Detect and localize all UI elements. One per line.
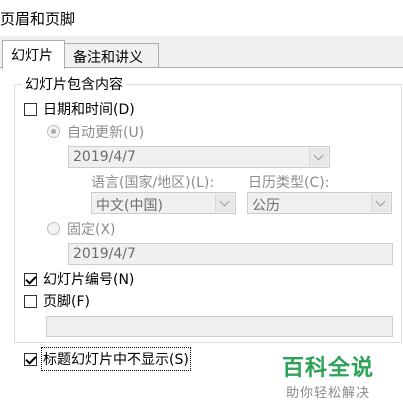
auto-update-label[interactable]: 自动更新(U) [67,122,144,142]
auto-update-date-value: 2019/4/7 [73,149,136,165]
watermark-subtitle: 助你轻松解决 [286,386,371,401]
tab-slides-label: 幻灯片 [11,48,53,64]
dialog-titlebar: 页眉和页脚 [0,0,403,36]
auto-update-radio[interactable] [47,125,60,138]
date-time-checkbox[interactable] [24,103,37,116]
hide-on-title-checkbox[interactable] [24,353,37,366]
footer-text-field[interactable] [46,316,393,337]
language-value: 中文(中国) [96,198,163,214]
watermark-title: 百科全说 [282,356,375,381]
chevron-down-icon[interactable] [309,148,328,166]
calendar-type-label: 日历类型(C): [248,175,330,191]
language-label: 语言(国家/地区)(L): [91,175,215,191]
slide-number-label[interactable]: 幻灯片编号(N) [43,269,134,289]
tab-notes-handouts[interactable]: 备注和讲义 [64,43,159,68]
auto-update-date-combo[interactable]: 2019/4/7 [68,146,330,168]
date-time-label[interactable]: 日期和时间(D) [43,99,135,119]
calendar-type-combo[interactable]: 公历 [247,192,392,214]
fixed-label[interactable]: 固定(X) [67,219,116,239]
slide-number-checkbox[interactable] [24,273,37,286]
tab-strip: 幻灯片 备注和讲义 [0,36,403,69]
calendar-type-value: 公历 [252,198,280,214]
fixed-date-value: 2019/4/7 [73,246,136,262]
dialog-title: 页眉和页脚 [0,10,76,28]
fixed-date-field[interactable]: 2019/4/7 [68,243,393,265]
hide-on-title-label[interactable]: 标题幻灯片中不显示(S) [41,347,191,371]
tab-notes-handouts-label: 备注和讲义 [73,50,143,66]
tab-slides[interactable]: 幻灯片 [2,40,65,69]
footer-label[interactable]: 页脚(F) [43,291,90,311]
language-combo[interactable]: 中文(中国) [91,192,236,214]
chevron-down-icon[interactable] [371,194,390,212]
fixed-radio[interactable] [47,222,60,235]
group-label: 幻灯片包含内容 [22,74,126,94]
chevron-down-icon[interactable] [215,194,234,212]
footer-checkbox[interactable] [24,295,37,308]
